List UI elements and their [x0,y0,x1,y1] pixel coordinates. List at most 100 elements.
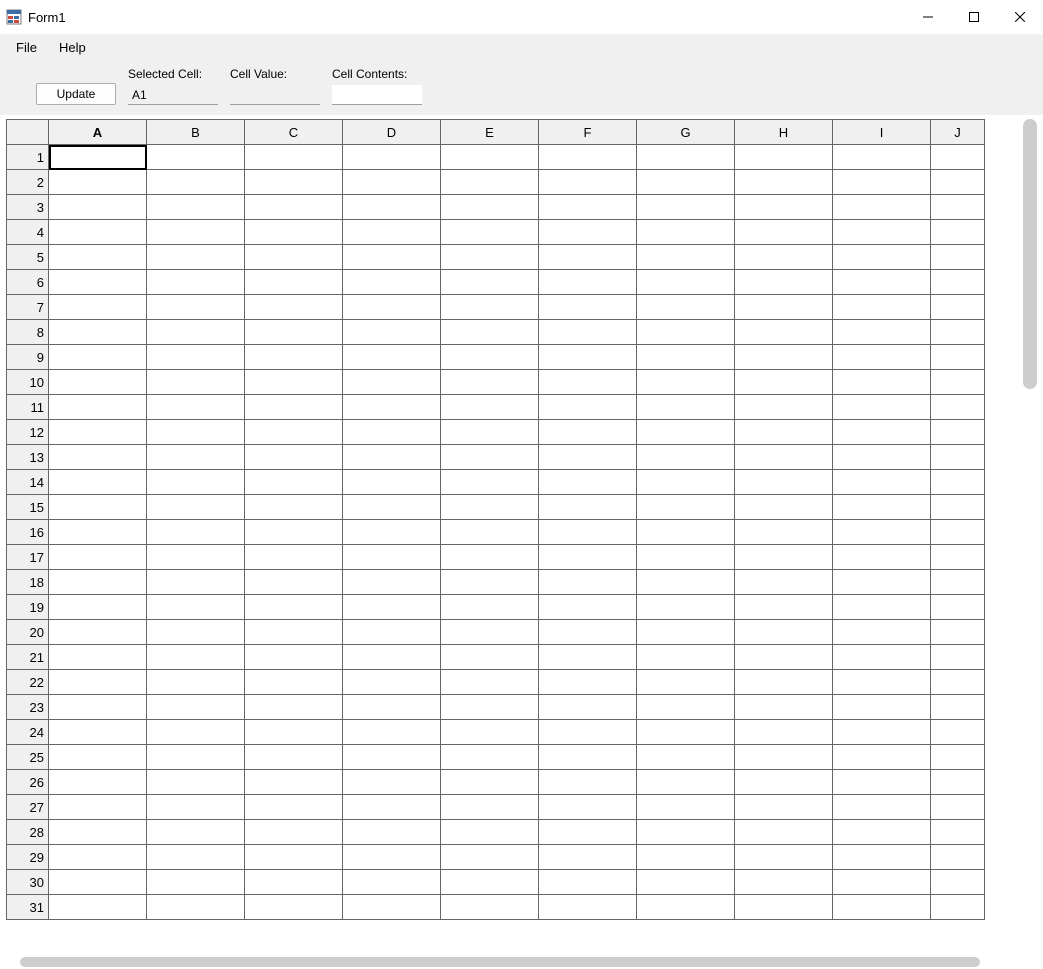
cell-A22[interactable] [49,670,147,695]
cell-G9[interactable] [637,345,735,370]
cell-G21[interactable] [637,645,735,670]
cell-H26[interactable] [735,770,833,795]
cell-A17[interactable] [49,545,147,570]
row-header-24[interactable]: 24 [7,720,49,745]
cell-D28[interactable] [343,820,441,845]
cell-D7[interactable] [343,295,441,320]
row-header-1[interactable]: 1 [7,145,49,170]
cell-C12[interactable] [245,420,343,445]
cell-E25[interactable] [441,745,539,770]
cell-E12[interactable] [441,420,539,445]
cell-G24[interactable] [637,720,735,745]
cell-F28[interactable] [539,820,637,845]
cell-J1[interactable] [931,145,985,170]
cell-E13[interactable] [441,445,539,470]
cell-G2[interactable] [637,170,735,195]
cell-I10[interactable] [833,370,931,395]
cell-F25[interactable] [539,745,637,770]
cell-G1[interactable] [637,145,735,170]
cell-A2[interactable] [49,170,147,195]
cell-F5[interactable] [539,245,637,270]
cell-J29[interactable] [931,845,985,870]
cell-F30[interactable] [539,870,637,895]
cell-A1[interactable] [49,145,147,170]
cell-A13[interactable] [49,445,147,470]
cell-D8[interactable] [343,320,441,345]
cell-E22[interactable] [441,670,539,695]
cell-A25[interactable] [49,745,147,770]
row-header-23[interactable]: 23 [7,695,49,720]
cell-E8[interactable] [441,320,539,345]
cell-J30[interactable] [931,870,985,895]
cell-C13[interactable] [245,445,343,470]
column-header-A[interactable]: A [49,120,147,145]
cell-F19[interactable] [539,595,637,620]
cell-C16[interactable] [245,520,343,545]
cell-I16[interactable] [833,520,931,545]
cell-H10[interactable] [735,370,833,395]
cell-D18[interactable] [343,570,441,595]
cell-J31[interactable] [931,895,985,920]
cell-F2[interactable] [539,170,637,195]
cell-H16[interactable] [735,520,833,545]
cell-J20[interactable] [931,620,985,645]
cell-D31[interactable] [343,895,441,920]
cell-I26[interactable] [833,770,931,795]
cell-F13[interactable] [539,445,637,470]
cell-B2[interactable] [147,170,245,195]
cell-B13[interactable] [147,445,245,470]
cell-J13[interactable] [931,445,985,470]
cell-A24[interactable] [49,720,147,745]
cell-J16[interactable] [931,520,985,545]
cell-E16[interactable] [441,520,539,545]
cell-C30[interactable] [245,870,343,895]
cell-B6[interactable] [147,270,245,295]
cell-A28[interactable] [49,820,147,845]
cell-I15[interactable] [833,495,931,520]
cell-G31[interactable] [637,895,735,920]
cell-D27[interactable] [343,795,441,820]
cell-I23[interactable] [833,695,931,720]
row-header-11[interactable]: 11 [7,395,49,420]
cell-A7[interactable] [49,295,147,320]
cell-C25[interactable] [245,745,343,770]
row-header-3[interactable]: 3 [7,195,49,220]
cell-C24[interactable] [245,720,343,745]
cell-J10[interactable] [931,370,985,395]
cell-B15[interactable] [147,495,245,520]
cell-F31[interactable] [539,895,637,920]
cell-C10[interactable] [245,370,343,395]
cell-C2[interactable] [245,170,343,195]
menu-file[interactable]: File [6,38,47,57]
cell-C18[interactable] [245,570,343,595]
cell-C3[interactable] [245,195,343,220]
cell-C19[interactable] [245,595,343,620]
cell-H24[interactable] [735,720,833,745]
cell-A23[interactable] [49,695,147,720]
cell-E20[interactable] [441,620,539,645]
cell-H4[interactable] [735,220,833,245]
cell-B10[interactable] [147,370,245,395]
cell-B8[interactable] [147,320,245,345]
cell-F16[interactable] [539,520,637,545]
cell-B27[interactable] [147,795,245,820]
cell-E31[interactable] [441,895,539,920]
cell-H19[interactable] [735,595,833,620]
cell-F21[interactable] [539,645,637,670]
row-header-26[interactable]: 26 [7,770,49,795]
row-header-28[interactable]: 28 [7,820,49,845]
cell-D21[interactable] [343,645,441,670]
cell-A5[interactable] [49,245,147,270]
cell-A16[interactable] [49,520,147,545]
cell-F26[interactable] [539,770,637,795]
cell-A21[interactable] [49,645,147,670]
cell-E29[interactable] [441,845,539,870]
cell-J22[interactable] [931,670,985,695]
row-header-14[interactable]: 14 [7,470,49,495]
cell-D30[interactable] [343,870,441,895]
column-header-H[interactable]: H [735,120,833,145]
cell-F12[interactable] [539,420,637,445]
cell-E28[interactable] [441,820,539,845]
maximize-button[interactable] [951,0,997,34]
row-header-5[interactable]: 5 [7,245,49,270]
